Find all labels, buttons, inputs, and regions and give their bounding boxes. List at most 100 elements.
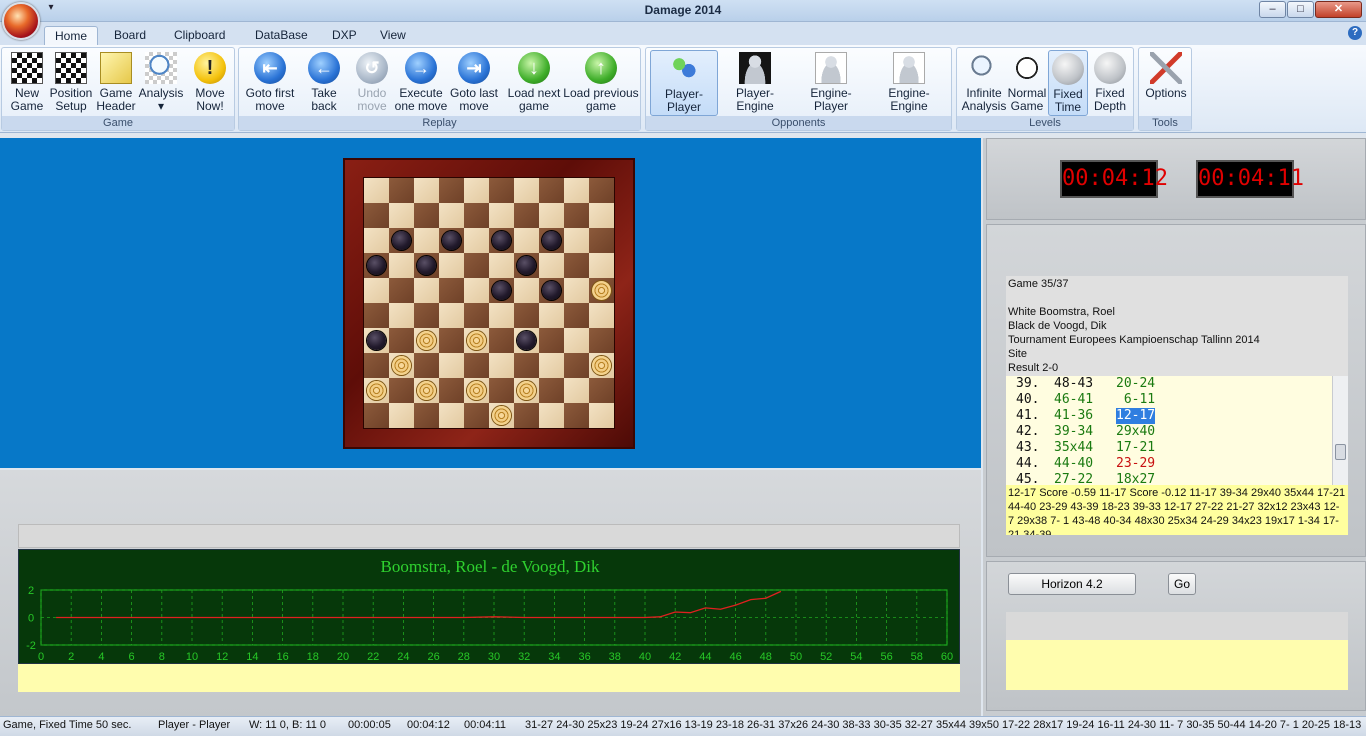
white-piece[interactable] <box>517 381 536 400</box>
move-row[interactable]: 45. 27-22 18x27 <box>1006 472 1348 485</box>
dark-square[interactable] <box>539 278 564 303</box>
moves-list[interactable]: 39. 48-43 20-24 40. 46-41 6-11 41. 41-36 12-17 4… <box>1006 376 1348 485</box>
goto-last-move-button[interactable]: ⇥ Goto last move <box>449 50 499 116</box>
dark-square[interactable] <box>389 378 414 403</box>
white-move[interactable]: 39-34 <box>1054 424 1093 440</box>
dark-square[interactable] <box>489 278 514 303</box>
dark-square[interactable] <box>539 178 564 203</box>
dark-square[interactable] <box>414 203 439 228</box>
white-move[interactable]: 46-41 <box>1054 392 1093 408</box>
load-previous-game-button[interactable]: ↑ Load previous game <box>563 50 639 116</box>
dark-square[interactable] <box>414 253 439 278</box>
help-icon[interactable]: ? <box>1348 26 1362 40</box>
dark-square[interactable] <box>589 378 614 403</box>
dark-square[interactable] <box>389 278 414 303</box>
dark-square[interactable] <box>514 203 539 228</box>
black-piece[interactable] <box>492 231 511 250</box>
dark-square[interactable] <box>489 178 514 203</box>
dark-square[interactable] <box>539 378 564 403</box>
dark-square[interactable] <box>439 178 464 203</box>
dark-square[interactable] <box>514 403 539 428</box>
white-piece[interactable] <box>417 331 436 350</box>
black-piece[interactable] <box>492 281 511 300</box>
white-piece[interactable] <box>467 381 486 400</box>
move-row[interactable]: 39. 48-43 20-24 <box>1006 376 1348 392</box>
game-header-button[interactable]: Game Header <box>94 50 138 116</box>
take-back-move-button[interactable]: ← Take back move <box>297 50 351 126</box>
dark-square[interactable] <box>589 228 614 253</box>
tab-home[interactable]: Home <box>44 26 99 46</box>
black-piece[interactable] <box>367 331 386 350</box>
black-piece[interactable] <box>542 281 561 300</box>
white-piece[interactable] <box>367 381 386 400</box>
dark-square[interactable] <box>389 228 414 253</box>
dark-square[interactable] <box>439 278 464 303</box>
player-player-button[interactable]: Player-Player <box>650 50 718 116</box>
black-move[interactable]: 23-29 <box>1116 456 1155 472</box>
normal-game-button[interactable]: Normal Game <box>1007 50 1047 116</box>
dark-square[interactable] <box>564 303 589 328</box>
black-piece[interactable] <box>392 231 411 250</box>
black-piece[interactable] <box>367 256 386 275</box>
dark-square[interactable] <box>389 328 414 353</box>
analysis-button[interactable]: Analysis ▾ <box>138 50 184 116</box>
execute-one-move-button[interactable]: → Execute one move <box>393 50 449 116</box>
move-row[interactable]: 43. 35x44 17-21 <box>1006 440 1348 456</box>
maximize-button[interactable]: □ <box>1287 1 1314 18</box>
white-piece[interactable] <box>592 356 611 375</box>
moves-scrollbar[interactable] <box>1332 376 1348 485</box>
dark-square[interactable] <box>464 353 489 378</box>
dark-square[interactable] <box>464 403 489 428</box>
white-piece[interactable] <box>467 331 486 350</box>
white-move[interactable]: 44-40 <box>1054 456 1093 472</box>
black-move[interactable]: 29x40 <box>1116 424 1155 440</box>
dark-square[interactable] <box>439 228 464 253</box>
tab-view[interactable]: View <box>370 26 416 46</box>
new-game-button[interactable]: New Game ▾ <box>6 50 48 126</box>
dark-square[interactable] <box>539 328 564 353</box>
move-now-button[interactable]: ! Move Now! <box>188 50 232 116</box>
minimize-button[interactable]: – <box>1259 1 1286 18</box>
white-piece[interactable] <box>592 281 611 300</box>
black-move[interactable]: 17-21 <box>1116 440 1155 456</box>
move-row[interactable]: 40. 46-41 6-11 <box>1006 392 1348 408</box>
dark-square[interactable] <box>364 303 389 328</box>
white-piece[interactable] <box>417 381 436 400</box>
dark-square[interactable] <box>389 178 414 203</box>
move-row[interactable]: 42. 39-34 29x40 <box>1006 424 1348 440</box>
load-next-game-button[interactable]: ↓ Load next game <box>505 50 563 116</box>
dark-square[interactable] <box>489 378 514 403</box>
dark-square[interactable] <box>364 353 389 378</box>
undo-move-button[interactable]: ↺ Undo move <box>351 50 393 116</box>
tab-database[interactable]: DataBase <box>245 26 318 46</box>
fixed-time-button[interactable]: Fixed Time <box>1048 50 1088 116</box>
dark-square[interactable] <box>564 403 589 428</box>
black-move[interactable]: 12-17 <box>1116 408 1156 424</box>
position-setup-button[interactable]: Position Setup <box>48 50 94 116</box>
white-move[interactable]: 48-43 <box>1054 376 1093 392</box>
dark-square[interactable] <box>364 253 389 278</box>
scrollbar-thumb[interactable] <box>1335 444 1346 460</box>
black-piece[interactable] <box>542 231 561 250</box>
tab-board[interactable]: Board <box>104 26 156 46</box>
black-piece[interactable] <box>442 231 461 250</box>
white-piece[interactable] <box>492 406 511 425</box>
tab-dxp[interactable]: DXP <box>322 26 367 46</box>
close-button[interactable]: ✕ <box>1315 1 1362 18</box>
dark-square[interactable] <box>414 303 439 328</box>
dark-square[interactable] <box>564 353 589 378</box>
move-row[interactable]: 41. 41-36 12-17 <box>1006 408 1348 424</box>
dark-square[interactable] <box>589 328 614 353</box>
dark-square[interactable] <box>364 203 389 228</box>
dark-square[interactable] <box>414 353 439 378</box>
white-move[interactable]: 41-36 <box>1054 408 1093 424</box>
fixed-depth-button[interactable]: Fixed Depth <box>1090 50 1130 116</box>
black-move[interactable]: 18x27 <box>1116 472 1155 485</box>
dark-square[interactable] <box>514 303 539 328</box>
go-button[interactable]: Go <box>1168 573 1196 595</box>
dark-square[interactable] <box>364 403 389 428</box>
dark-square[interactable] <box>589 178 614 203</box>
dark-square[interactable] <box>564 253 589 278</box>
white-move[interactable]: 35x44 <box>1054 440 1093 456</box>
dark-square[interactable] <box>464 203 489 228</box>
